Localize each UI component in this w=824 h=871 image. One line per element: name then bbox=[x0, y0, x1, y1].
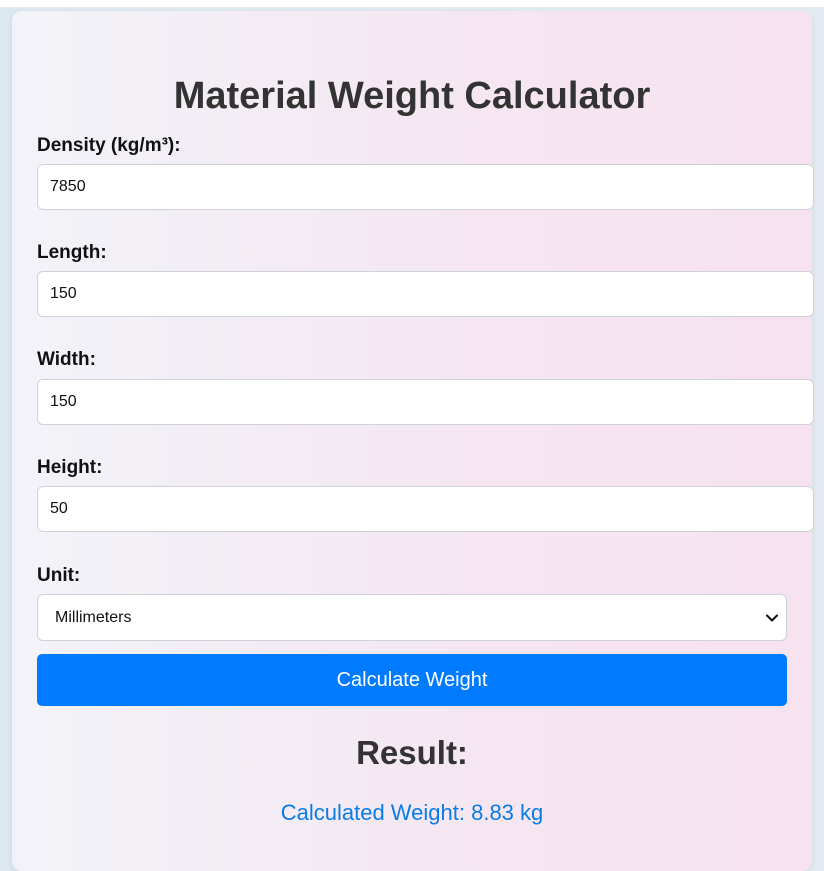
height-label: Height: bbox=[37, 457, 103, 478]
width-input[interactable] bbox=[37, 379, 814, 425]
result-heading: Result: bbox=[356, 734, 468, 771]
length-input[interactable] bbox=[37, 271, 814, 317]
length-label: Length: bbox=[37, 242, 107, 263]
height-input[interactable] bbox=[37, 486, 814, 532]
width-label: Width: bbox=[37, 349, 96, 370]
unit-label: Unit: bbox=[37, 565, 81, 586]
result-text: Calculated Weight: 8.83 kg bbox=[280, 800, 544, 825]
density-input[interactable] bbox=[37, 164, 814, 210]
unit-select[interactable]: Millimeters bbox=[37, 594, 787, 641]
density-label: Density (kg/m³): bbox=[37, 135, 181, 156]
calculate-weight-button[interactable]: Calculate Weight bbox=[37, 654, 787, 706]
unit-select-value: Millimeters bbox=[55, 609, 132, 626]
chevron-down-icon bbox=[766, 614, 778, 622]
calculator-card: Material Weight Calculator Density (kg/m… bbox=[12, 11, 814, 871]
top-strip bbox=[0, 0, 824, 8]
page-title: Material Weight Calculator bbox=[173, 75, 651, 117]
